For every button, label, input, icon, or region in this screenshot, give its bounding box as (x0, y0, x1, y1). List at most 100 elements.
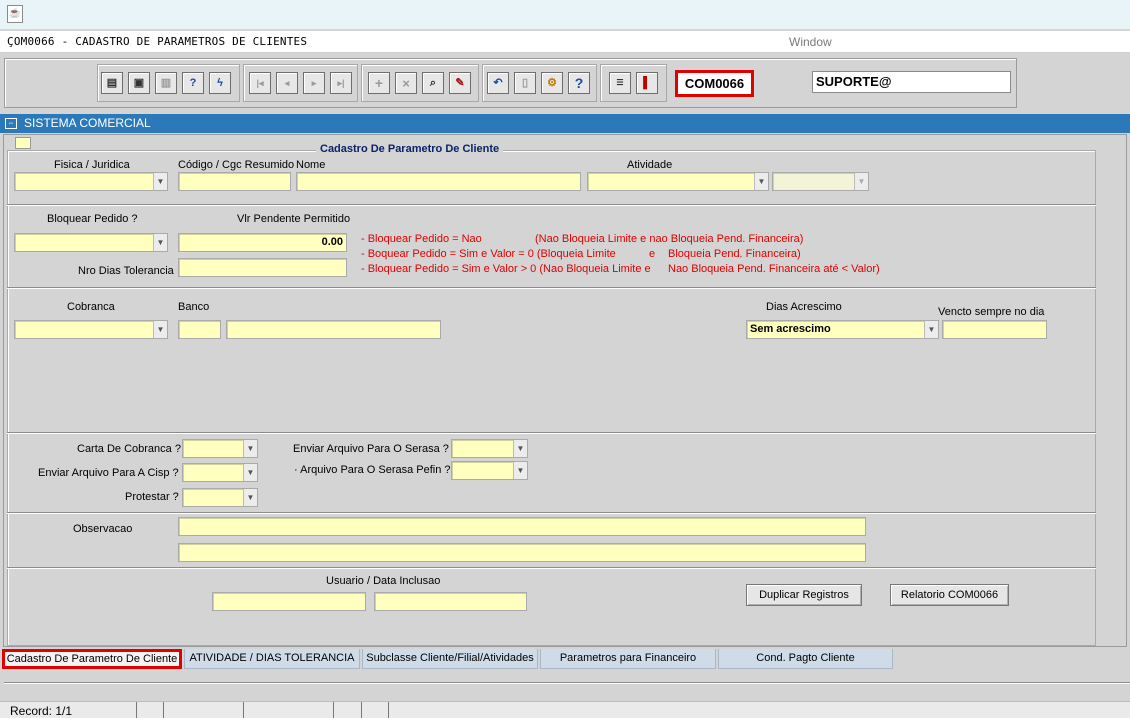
data-inclusao-field[interactable] (374, 592, 527, 611)
observacao-label: Observacao (73, 523, 133, 535)
fisica-juridica-select[interactable] (14, 172, 168, 191)
print-icon[interactable]: ▥ (155, 72, 177, 94)
banco-label: Banco (178, 301, 210, 313)
system-bar: SISTEMA COMERCIAL (0, 114, 1130, 133)
insert-record-icon[interactable]: + (368, 72, 390, 94)
nro-dias-field[interactable] (178, 258, 347, 277)
tab-atividade-dias[interactable]: ATIVIDADE / DIAS TOLERANCIA (184, 649, 360, 669)
vencto-field[interactable] (942, 320, 1047, 339)
chevron-down-icon[interactable]: ▼ (243, 464, 257, 481)
first-record-icon[interactable]: |◂ (249, 72, 271, 94)
next-record-icon[interactable]: ▸ (303, 72, 325, 94)
vlr-pendente-field[interactable]: 0.00 (178, 233, 347, 252)
form-frame (7, 150, 1096, 646)
undo-icon[interactable]: ↶ (487, 72, 509, 94)
chevron-down-icon[interactable]: ▼ (153, 234, 167, 251)
execute-query-icon[interactable]: ϟ (209, 72, 231, 94)
status-divider (243, 702, 244, 718)
tab-cadastro-parametro[interactable]: Cadastro De Parametro De Cliente (2, 649, 182, 669)
rule-3-desc: Nao Bloqueia Pend. Financeira até < Valo… (668, 263, 880, 275)
user-field: SUPORTE@ (812, 71, 1011, 93)
rule-3-left: - Bloquear Pedido = Sim e Valor > 0 (Nao… (361, 263, 651, 275)
java-cup-icon: ☕ (7, 5, 23, 23)
chevron-down-icon[interactable]: ▼ (153, 173, 167, 190)
last-record-icon[interactable]: ▸| (330, 72, 352, 94)
nro-dias-label: Nro Dias Tolerancia (78, 265, 174, 277)
protestar-label: Protestar ? (125, 491, 179, 503)
tab-parametros-financeiro[interactable]: Parametros para Financeiro (540, 649, 716, 669)
dias-acrescimo-select[interactable]: Sem acrescimo (746, 320, 939, 339)
record-counter: Record: 1/1 (10, 704, 73, 718)
rule-1-left: - Bloquear Pedido = Nao (361, 233, 482, 245)
save-icon[interactable]: ▤ (101, 72, 123, 94)
help-query-icon[interactable]: ? (182, 72, 204, 94)
codigo-label: Código / Cgc Resumido (178, 159, 295, 171)
clear-icon[interactable]: ✎ (449, 72, 471, 94)
tab-cond-pagto[interactable]: Cond. Pagto Cliente (718, 649, 893, 669)
fisica-juridica-label: Fisica / Juridica (54, 159, 130, 171)
status-bar (0, 701, 1130, 718)
form-title: ÇOM0066 - CADASTRO DE PARAMETROS DE CLIE… (7, 35, 308, 48)
exit-icon[interactable]: ▌ (636, 72, 658, 94)
carta-cobranca-label: Carta De Cobranca ? (77, 443, 181, 455)
form-code-box: COM0066 (675, 70, 754, 97)
tab-subclasse[interactable]: Subclasse Cliente/Filial/Atividades (362, 649, 538, 669)
serasa-pefin-label: · Arquivo Para O Serasa Pefin ? (294, 464, 451, 476)
divider (7, 204, 1096, 206)
usuario-field[interactable] (212, 592, 366, 611)
rule-2-left: - Boquear Pedido = Sim e Valor = 0 (Bloq… (361, 248, 616, 260)
window-menu[interactable]: Window (789, 35, 832, 49)
status-divider (136, 702, 137, 718)
observacao-line-1[interactable] (178, 517, 866, 536)
menu-icon[interactable]: ☰ (609, 72, 631, 94)
banco-code-field[interactable] (178, 320, 221, 339)
tools-icon[interactable]: ⚙ (541, 72, 563, 94)
cobranca-select[interactable] (14, 320, 168, 339)
chevron-down-icon[interactable]: ▼ (153, 321, 167, 338)
print-preview-icon[interactable]: ▣ (128, 72, 150, 94)
chevron-down-icon[interactable]: ▼ (243, 440, 257, 457)
divider (7, 432, 1096, 434)
record-indicator[interactable] (15, 137, 31, 149)
banco-name-field[interactable] (226, 320, 441, 339)
chevron-down-icon[interactable]: ▼ (854, 173, 868, 190)
chevron-down-icon[interactable]: ▼ (924, 321, 938, 338)
previous-record-icon[interactable]: ◂ (276, 72, 298, 94)
nome-label: Nome (296, 159, 326, 171)
status-separator (4, 682, 1130, 684)
paste-icon[interactable]: ▯ (514, 72, 536, 94)
bloquear-pedido-select[interactable] (14, 233, 168, 252)
chevron-down-icon[interactable]: ▼ (513, 440, 527, 457)
rule-2-mid: e (649, 248, 656, 260)
divider (7, 287, 1096, 289)
atividade-select[interactable] (587, 172, 769, 191)
chevron-down-icon[interactable]: ▼ (243, 489, 257, 506)
help-icon[interactable]: ? (568, 72, 590, 94)
status-divider (333, 702, 334, 718)
vencto-label: Vencto sempre no dia (938, 306, 1045, 318)
cobranca-label: Cobranca (67, 301, 115, 313)
vlr-pendente-label: Vlr Pendente Permitido (237, 213, 351, 225)
rule-1-desc: (Nao Bloqueia Limite e nao Bloqueia Pend… (535, 233, 804, 245)
status-divider (163, 702, 164, 718)
usuario-data-label: Usuario / Data Inclusao (326, 575, 441, 587)
status-divider (388, 702, 389, 718)
serasa-label: Enviar Arquivo Para O Serasa ? (293, 443, 449, 455)
divider (7, 567, 1096, 569)
codigo-field[interactable] (178, 172, 291, 191)
observacao-line-2[interactable] (178, 543, 866, 562)
chevron-down-icon[interactable]: ▼ (754, 173, 768, 190)
delete-record-icon[interactable]: × (395, 72, 417, 94)
section-title: Cadastro De Parametro De Cliente (316, 143, 504, 155)
search-icon[interactable]: ⌕ (422, 72, 444, 94)
relatorio-button[interactable]: Relatorio COM0066 (890, 584, 1009, 606)
nome-field[interactable] (296, 172, 581, 191)
chevron-down-icon[interactable]: ▼ (513, 462, 527, 479)
status-divider (361, 702, 362, 718)
cisp-label: Enviar Arquivo Para A Cisp ? (38, 467, 179, 479)
atividade-label: Atividade (627, 159, 673, 171)
duplicar-registros-button[interactable]: Duplicar Registros (746, 584, 862, 606)
bloquear-pedido-label: Bloquear Pedido ? (47, 213, 138, 225)
system-icon[interactable]: ⇔ (5, 118, 17, 129)
rule-2-right: Bloqueia Pend. Financeira) (668, 248, 801, 260)
